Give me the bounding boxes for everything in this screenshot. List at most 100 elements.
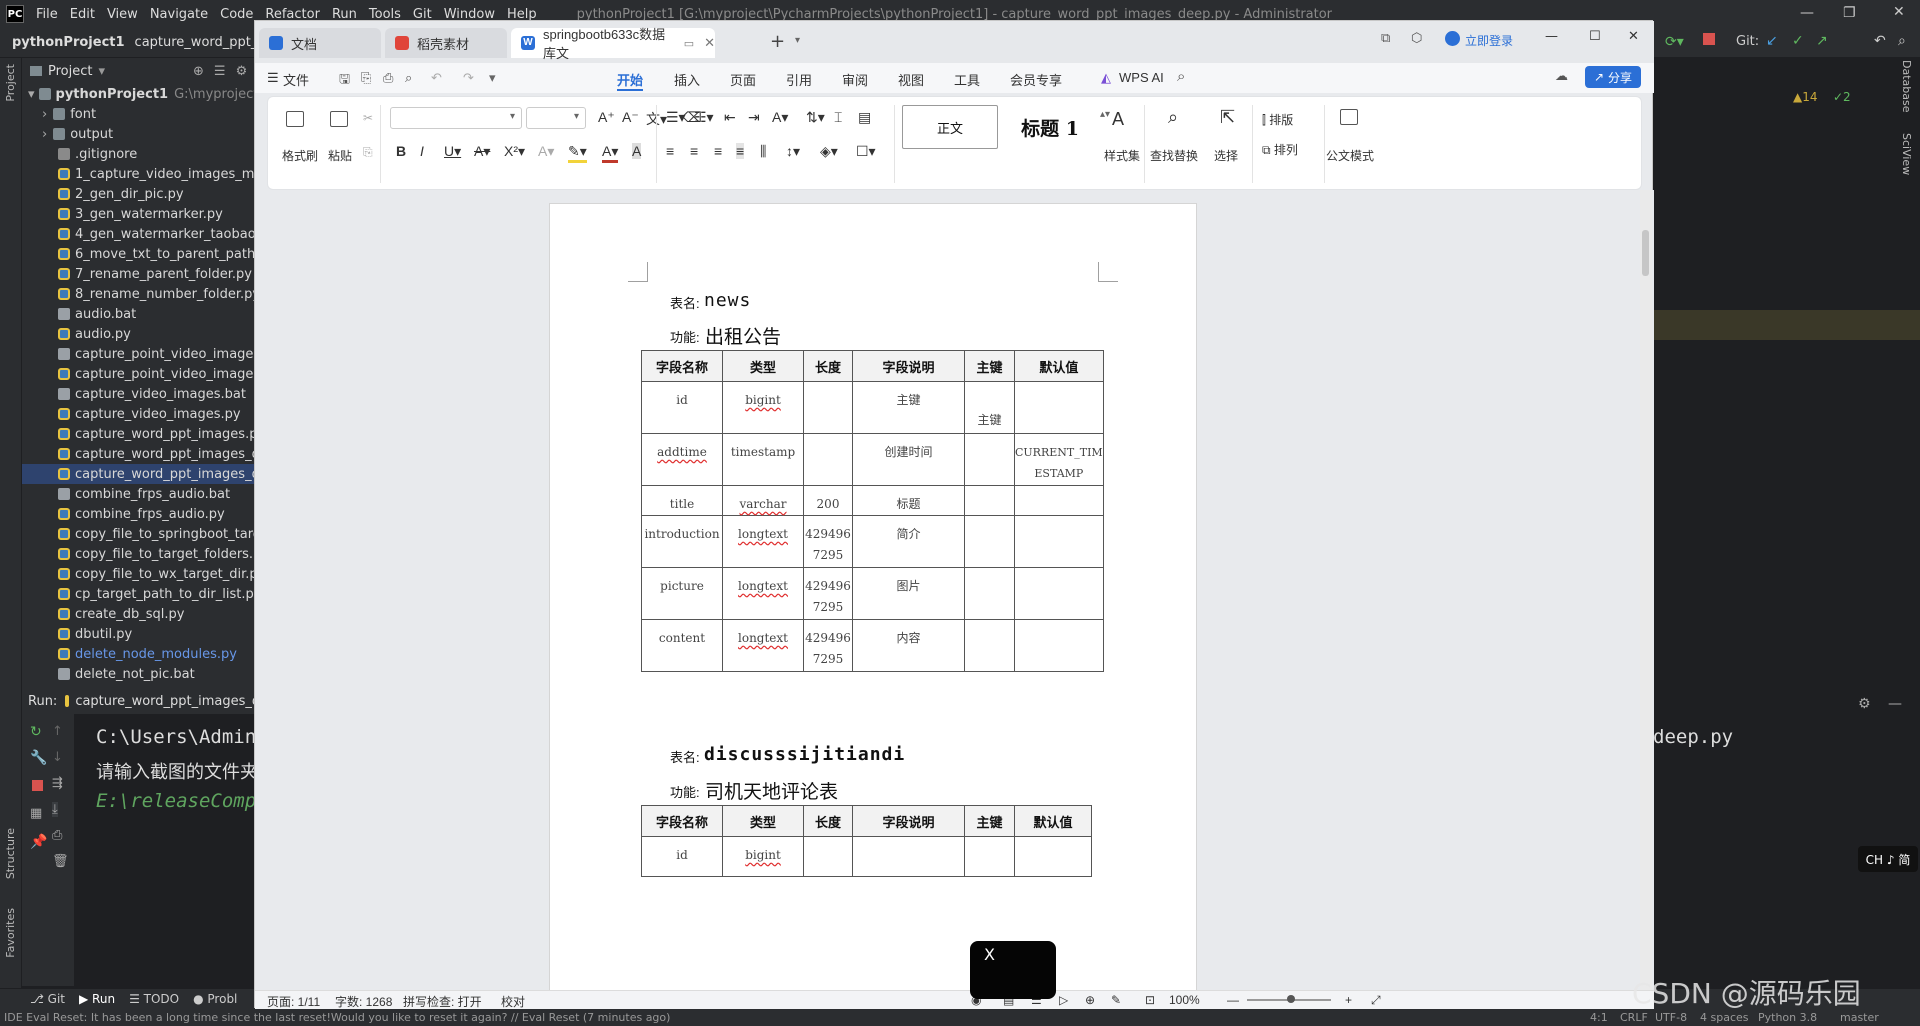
style-scroll-icon[interactable]: ▴▾ (1100, 109, 1110, 120)
preview-icon[interactable]: ⌕ (405, 70, 412, 86)
screen-icon[interactable]: ▭ (684, 37, 694, 50)
tree-item[interactable]: cp_target_path_to_dir_list.py (22, 584, 254, 604)
format-painter-icon[interactable] (286, 111, 304, 127)
tab-daoke[interactable]: 稻壳素材 (385, 28, 507, 58)
distribute-icon[interactable]: ⫼ (760, 143, 766, 160)
hamburger-icon[interactable]: ☰ (267, 70, 279, 86)
chevron-down-icon[interactable]: ▾ (98, 64, 105, 79)
menu-file-wps[interactable]: 文件 (283, 70, 309, 89)
breadcrumb-file[interactable]: capture_word_ppt_i (135, 35, 261, 50)
ribbon-tab-home[interactable]: 开始 (617, 70, 643, 89)
copy-icon[interactable]: ⎘ (363, 145, 373, 160)
font-color-icon[interactable]: A▾ (602, 143, 619, 163)
stop-icon[interactable] (1703, 33, 1715, 45)
chevron-right-icon[interactable]: › (42, 107, 47, 122)
new-tab-icon[interactable]: + (770, 31, 785, 52)
git-push-icon[interactable]: ↗ (1816, 33, 1828, 49)
ribbon-tab-view[interactable]: 视图 (898, 70, 924, 89)
ribbon-tab-insert[interactable]: 插入 (674, 70, 700, 89)
export-icon[interactable]: ⎘ (361, 70, 371, 86)
wps-minimize-icon[interactable]: — (1545, 29, 1558, 44)
style-normal[interactable]: 正文 (902, 105, 998, 149)
font-size-select[interactable]: ▾ (526, 107, 586, 129)
tree-item[interactable]: › output (22, 124, 254, 144)
wps-close-icon[interactable]: ✕ (1628, 29, 1639, 44)
down-arrow-icon[interactable]: ↓ (52, 750, 63, 765)
eval-reset-message[interactable]: IDE Eval Reset: It has been a long time … (4, 1011, 670, 1024)
ime-indicator[interactable]: CH ♪ 简 (1858, 846, 1918, 872)
hide-icon[interactable]: — (1888, 696, 1902, 712)
tab-active-document[interactable]: W springbootb633c数据库文 ▭ ✕ (511, 27, 715, 61)
restore-icon[interactable]: ❐ (1843, 5, 1856, 21)
user-avatar-icon[interactable] (1445, 31, 1460, 46)
chevron-down-icon[interactable]: ▾ (28, 87, 35, 102)
stop-run-icon[interactable] (32, 780, 43, 791)
shading-icon[interactable]: ◈▾ (820, 143, 838, 160)
superscript-icon[interactable]: X²▾ (504, 143, 525, 160)
underline-icon[interactable]: U▾ (444, 143, 461, 160)
menu-code[interactable]: Code (220, 7, 253, 22)
save-icon[interactable]: 🖫 (339, 70, 350, 92)
tree-item[interactable]: capture_point_video_images.b (22, 344, 254, 364)
tree-item[interactable]: delete_not_pic.bat (22, 664, 254, 684)
interpreter[interactable]: Python 3.8 (1758, 1011, 1817, 1024)
menu-view[interactable]: View (107, 7, 138, 22)
gear-icon[interactable]: ⚙ (236, 64, 248, 79)
scroll-end-icon[interactable]: ⤓ (52, 802, 58, 817)
tree-item[interactable]: combine_frps_audio.py (22, 504, 254, 524)
official-doc-icon[interactable] (1340, 109, 1358, 125)
indent-setting[interactable]: 4 spaces (1700, 1011, 1749, 1024)
tree-item[interactable]: capture_point_video_images.p (22, 364, 254, 384)
line-spacing-icon[interactable]: ↕▾ (786, 143, 800, 160)
up-arrow-icon[interactable]: ↑ (52, 724, 63, 739)
print-wps-icon[interactable]: ⎙ (383, 70, 393, 86)
breadcrumb-project[interactable]: pythonProject1 (12, 35, 125, 50)
tree-item[interactable]: capture_video_images.py (22, 404, 254, 424)
tree-item[interactable]: create_db_sql.py (22, 604, 254, 624)
tree-item[interactable]: 7_rename_parent_folder.py (22, 264, 254, 284)
tree-item[interactable]: audio.bat (22, 304, 254, 324)
floating-popup[interactable]: X (970, 941, 1056, 999)
pen-icon[interactable]: ✎ (1111, 993, 1121, 1007)
box-icon[interactable]: ⬡ (1411, 31, 1422, 46)
checks-count[interactable]: ✓2 (1833, 90, 1851, 104)
more-chevron-icon[interactable]: ▾ (489, 70, 496, 86)
status-tab-git[interactable]: ⎇ Git (30, 992, 65, 1006)
warnings-count[interactable]: ▲14 (1793, 90, 1818, 104)
tab-documents[interactable]: 文档 (259, 28, 381, 58)
cut-icon[interactable]: ✂ (363, 111, 373, 125)
git-commit-icon[interactable]: ✓ (1792, 33, 1804, 49)
sciview-tool-label[interactable]: SciView (1900, 133, 1913, 175)
style-heading-1[interactable]: 标题 1 (1004, 105, 1096, 149)
menu-edit[interactable]: Edit (70, 7, 95, 22)
status-tab-todo[interactable]: ☰ TODO (129, 992, 179, 1006)
style-set-button[interactable]: 样式集 (1104, 147, 1140, 164)
tree-item[interactable]: combine_frps_audio.bat (22, 484, 254, 504)
ribbon-tab-review[interactable]: 审阅 (842, 70, 868, 89)
menu-file[interactable]: File (36, 7, 58, 22)
soft-wrap-icon[interactable]: ⇶ (52, 776, 63, 791)
tree-item[interactable]: 6_move_txt_to_parent_path.py (22, 244, 254, 264)
tree-item[interactable]: 3_gen_watermarker.py (22, 204, 254, 224)
align-center-icon[interactable]: ≡ (690, 143, 698, 159)
tree-item[interactable]: capture_video_images.bat (22, 384, 254, 404)
status-tab-problems[interactable]: ● Probl (193, 992, 237, 1006)
project-tool-label[interactable]: Project (4, 64, 17, 102)
format-painter-button[interactable]: 格式刷 (282, 147, 318, 164)
sort-icon[interactable]: ⇅▾ (806, 109, 825, 126)
text-effect-icon[interactable]: A▾ (538, 143, 554, 160)
print-icon[interactable]: ⎙ (52, 828, 62, 843)
paste-icon[interactable] (330, 111, 348, 127)
layout-icon[interactable]: ▦ (30, 806, 42, 821)
italic-icon[interactable]: I (420, 143, 424, 159)
tree-item[interactable]: 1_capture_video_images_mp4 (22, 164, 254, 184)
git-update-icon[interactable]: ↙ (1766, 33, 1778, 49)
run-config-icon[interactable]: ⟳▾ (1665, 34, 1684, 50)
official-mode-button[interactable]: 公文模式 (1326, 147, 1374, 164)
file-encoding[interactable]: UTF-8 (1655, 1011, 1687, 1024)
zoom-slider-thumb[interactable] (1287, 995, 1295, 1003)
ribbon-tab-page[interactable]: 页面 (730, 70, 756, 89)
status-tab-run[interactable]: ▶ Run (79, 992, 115, 1006)
trash-icon[interactable]: 🗑 (52, 854, 69, 869)
share-button[interactable]: ↗ 分享 (1585, 66, 1641, 88)
